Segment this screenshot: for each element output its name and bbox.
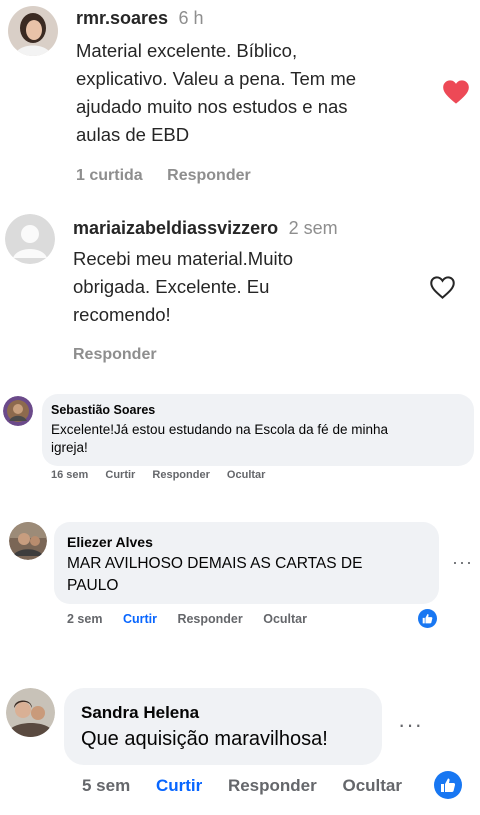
comment-header: rmr.soares 6 h <box>76 8 204 29</box>
heart-outline-icon[interactable] <box>429 275 456 305</box>
comment-actions: 5 sem Curtir Responder Ocultar <box>82 776 402 796</box>
hide-button[interactable]: Ocultar <box>263 612 307 626</box>
default-user-icon <box>5 214 55 264</box>
comment-text-line: MAR AVILHOSO DEMAIS AS CARTAS DE <box>67 555 363 572</box>
hide-button[interactable]: Ocultar <box>342 776 402 795</box>
comment-text: Recebi meu material.Muito obrigada. Exce… <box>73 245 413 329</box>
comment-text-line: Recebi meu material.Muito <box>73 248 294 269</box>
comment-username[interactable]: rmr.soares <box>76 8 168 28</box>
comment-text: Que aquisição maravilhosa! <box>81 728 328 750</box>
comment-text-line: obrigada. Excelente. Eu <box>73 276 270 297</box>
avatar[interactable] <box>3 396 33 426</box>
commenter-name[interactable]: Sandra Helena <box>81 703 199 723</box>
commenter-name[interactable]: Sebastião Soares <box>51 403 155 417</box>
comment-text: Material excelente. Bíblico, explicativo… <box>76 37 436 149</box>
comment-text: Excelente!Já estou estudando na Escola d… <box>51 421 388 457</box>
comment-actions: 2 sem Curtir Responder Ocultar <box>67 612 307 626</box>
reply-button[interactable]: Responder <box>167 167 251 184</box>
more-options-icon[interactable]: ··· <box>398 712 423 738</box>
heart-filled-icon[interactable] <box>442 79 470 110</box>
comment-bubble: Sebastião Soares Excelente!Já estou estu… <box>42 394 474 466</box>
comment-time: 2 sem <box>288 218 338 238</box>
reply-button[interactable]: Responder <box>228 776 317 795</box>
avatar-default[interactable] <box>5 214 55 264</box>
avatar-photo-icon <box>6 688 55 737</box>
comment-actions: 16 sem Curtir Responder Ocultar <box>51 469 265 481</box>
comment-text: MAR AVILHOSO DEMAIS AS CARTAS DE PAULO <box>67 553 362 597</box>
comment-actions: 1 curtida Responder <box>76 167 271 185</box>
comment-bubble: Eliezer Alves MAR AVILHOSO DEMAIS AS CAR… <box>54 522 439 604</box>
comment-text-line: Material excelente. Bíblico, <box>76 40 298 61</box>
comment-time[interactable]: 5 sem <box>82 776 130 795</box>
like-reaction-icon[interactable] <box>418 609 437 628</box>
more-options-icon[interactable]: ··· <box>452 552 473 573</box>
likes-count[interactable]: 1 curtida <box>76 167 143 184</box>
like-button[interactable]: Curtir <box>123 612 157 626</box>
avatar[interactable] <box>6 688 55 737</box>
comment-text-line: igreja! <box>51 440 88 455</box>
comment-text-line: explicativo. Valeu a pena. Tem me <box>76 68 357 89</box>
avatar[interactable] <box>8 6 58 56</box>
commenter-name[interactable]: Eliezer Alves <box>67 534 153 550</box>
comment-text-line: recomendo! <box>73 304 171 325</box>
comment-actions: Responder <box>73 346 177 364</box>
like-button[interactable]: Curtir <box>156 776 202 795</box>
like-reaction-icon[interactable] <box>434 771 462 799</box>
comment-time[interactable]: 2 sem <box>67 612 102 626</box>
comment-time: 6 h <box>178 8 204 28</box>
like-button[interactable]: Curtir <box>105 469 135 481</box>
comment-text-line: PAULO <box>67 577 119 594</box>
avatar-photo-icon <box>9 522 47 560</box>
hide-button[interactable]: Ocultar <box>227 469 266 481</box>
comment-text-line: ajudado muito nos estudos e nas <box>76 96 348 117</box>
comment-text-line: Excelente!Já estou estudando na Escola d… <box>51 422 388 437</box>
reply-button[interactable]: Responder <box>152 469 209 481</box>
reply-button[interactable]: Responder <box>73 346 157 363</box>
comment-bubble: Sandra Helena Que aquisição maravilhosa! <box>64 688 382 765</box>
avatar-photo-icon <box>3 396 33 426</box>
comment-text-line: aulas de EBD <box>76 124 190 145</box>
comment-header: mariaizabeldiassvizzero 2 sem <box>73 218 338 239</box>
avatar-photo-icon <box>8 6 58 56</box>
comment-time[interactable]: 16 sem <box>51 469 88 481</box>
comment-username[interactable]: mariaizabeldiassvizzero <box>73 218 278 238</box>
reply-button[interactable]: Responder <box>177 612 242 626</box>
avatar[interactable] <box>9 522 47 560</box>
